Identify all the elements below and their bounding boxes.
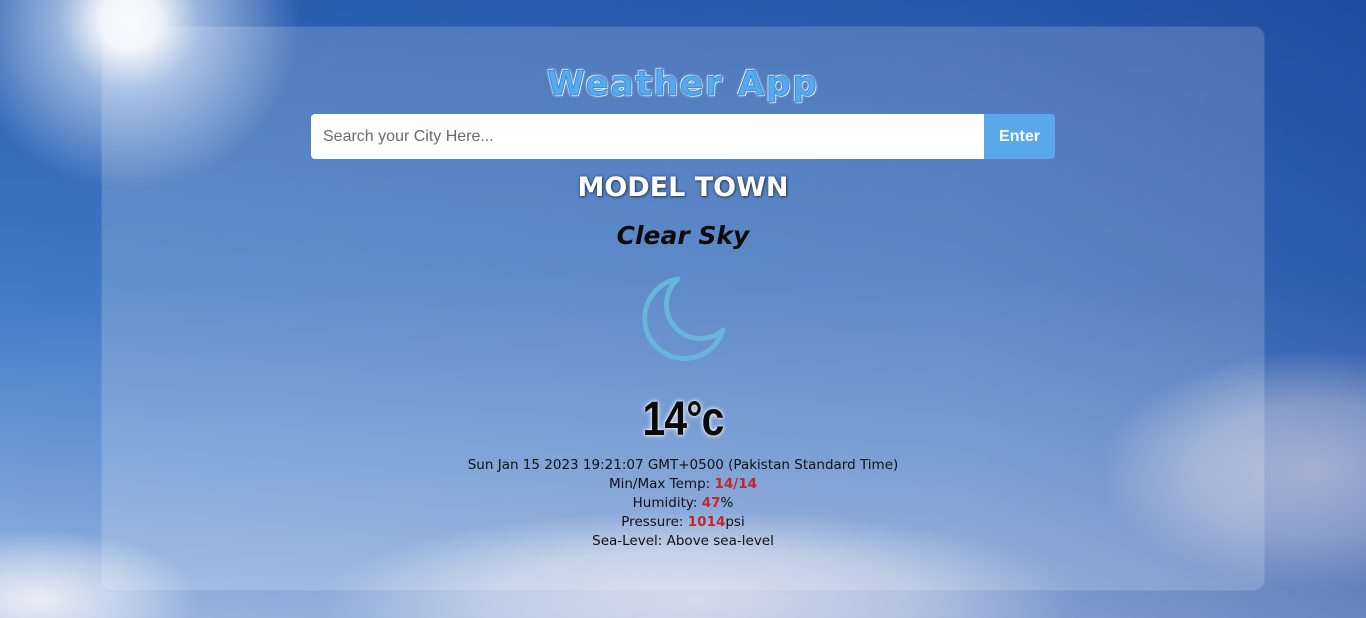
pressure-label: Pressure:: [621, 514, 688, 530]
pressure-value: 1014: [687, 514, 726, 530]
city-search-input[interactable]: [311, 114, 984, 159]
sea-level-value: Above sea-level: [666, 533, 774, 549]
temperature: 14°c: [642, 393, 725, 446]
moon-icon: [642, 276, 726, 361]
humidity-value: 47: [701, 495, 721, 511]
app-title: Weather App: [547, 64, 819, 105]
enter-button[interactable]: Enter: [984, 114, 1055, 159]
search-bar: Enter: [311, 114, 1055, 159]
humidity-unit: %: [720, 495, 734, 511]
min-max-temp-value: 14/14: [714, 476, 758, 492]
min-max-temp-row: Min/Max Temp: 14/14: [0, 475, 1366, 494]
sea-level-label: Sea-Level:: [592, 533, 667, 549]
pressure-unit: psi: [725, 514, 745, 530]
humidity-label: Humidity:: [632, 495, 702, 511]
weather-details: Sun Jan 15 2023 19:21:07 GMT+0500 (Pakis…: [0, 456, 1366, 551]
pressure-row: Pressure: 1014psi: [0, 513, 1366, 532]
datetime-text: Sun Jan 15 2023 19:21:07 GMT+0500 (Pakis…: [467, 457, 899, 473]
min-max-temp-label: Min/Max Temp:: [608, 476, 715, 492]
sea-level-row: Sea-Level: Above sea-level: [0, 532, 1366, 551]
weather-condition: Clear Sky: [616, 221, 750, 250]
humidity-row: Humidity: 47%: [0, 494, 1366, 513]
city-name: MODEL TOWN: [577, 172, 789, 203]
